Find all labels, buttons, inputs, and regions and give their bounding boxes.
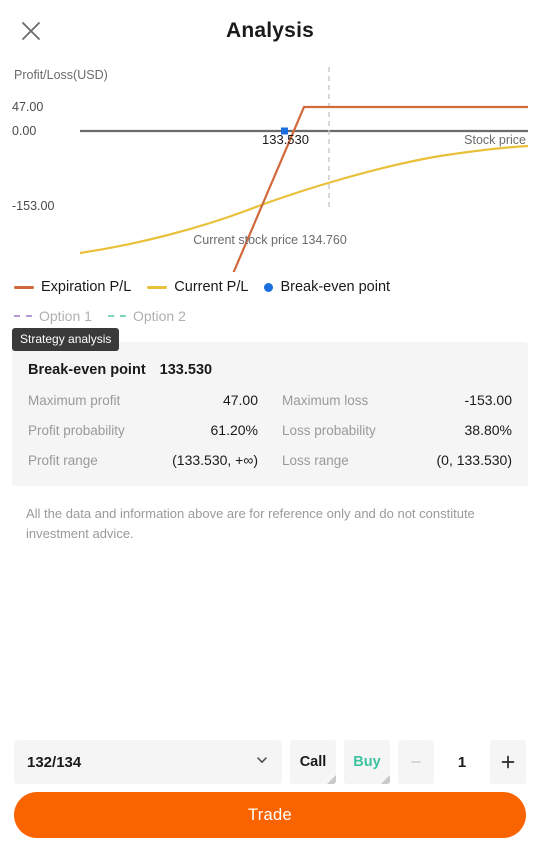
metric-label: Maximum loss	[282, 393, 369, 408]
table-row: Maximum profit 47.00 Maximum loss -153.0…	[26, 392, 514, 408]
metric-value: -153.00	[464, 392, 512, 408]
table-row: Profit range (133.530, +∞) Loss range (0…	[26, 452, 514, 468]
legend-label: Option 1	[39, 308, 92, 324]
minus-icon	[411, 761, 421, 763]
metric-value: 38.80%	[464, 422, 512, 438]
side-button[interactable]: Buy	[344, 740, 390, 784]
legend-swatch-dash	[14, 315, 32, 317]
break-even-label: Break-even point	[28, 362, 146, 378]
metric-value: (133.530, +∞)	[172, 452, 258, 468]
quantity-value[interactable]: 1	[442, 740, 482, 784]
legend-item-current-pl[interactable]: Current P/L	[147, 279, 248, 295]
metric-loss-range: Loss range (0, 133.530)	[270, 452, 514, 468]
y-tick-max: 47.00	[12, 100, 44, 114]
metric-label: Profit range	[28, 453, 98, 468]
order-controls-bar: 132/134 Call Buy 1	[0, 740, 540, 784]
break-even-value-label: 133.530	[262, 132, 309, 147]
option-type-label: Call	[299, 754, 327, 770]
legend-label: Current P/L	[174, 279, 249, 295]
legend-label: Expiration P/L	[41, 279, 132, 295]
legend-swatch-dash	[107, 315, 126, 317]
disclaimer-text: All the data and information above are f…	[26, 506, 475, 542]
y-tick-zero: 0.00	[12, 124, 37, 138]
table-row: Profit probability 61.20% Loss probabili…	[26, 422, 514, 438]
corner-marker-icon	[327, 775, 336, 784]
legend-item-break-even-point[interactable]: Break-even point	[264, 279, 390, 295]
corner-marker-icon	[381, 775, 390, 784]
legend-swatch-line	[14, 285, 34, 289]
metric-profit-probability: Profit probability 61.20%	[28, 422, 270, 438]
metric-value: 47.00	[222, 392, 258, 408]
close-icon[interactable]	[14, 14, 48, 48]
metric-label: Loss probability	[282, 423, 376, 438]
metric-profit-range: Profit range (133.530, +∞)	[28, 452, 270, 468]
chart-legend: Expiration P/L Current P/L Break-even po…	[0, 272, 540, 330]
legend-label: Break-even point	[280, 279, 391, 295]
legend-item-option-2[interactable]: Option 2	[107, 308, 186, 324]
metric-label: Loss range	[282, 453, 349, 468]
strike-select[interactable]: 132/134	[14, 740, 282, 784]
chart-x-axis-title: Stock price	[464, 133, 526, 147]
metric-value: (0, 133.530)	[436, 452, 513, 468]
plus-icon	[501, 755, 515, 769]
metric-loss-probability: Loss probability 38.80%	[270, 422, 514, 438]
analysis-screen: Analysis Profit/Loss(USD) 47.00 0.00 -15…	[0, 0, 540, 852]
chevron-down-icon	[255, 753, 269, 772]
option-type-button[interactable]: Call	[290, 740, 336, 784]
legend-swatch-dot	[264, 282, 274, 292]
legend-item-option-1[interactable]: Option 1	[14, 308, 92, 324]
trade-button[interactable]: Trade	[14, 792, 526, 838]
metric-value: 61.20%	[210, 422, 258, 438]
metric-maximum-loss: Maximum loss -153.00	[270, 392, 514, 408]
legend-label: Option 2	[132, 308, 186, 324]
current-stock-price-label: Current stock price 134.760	[193, 233, 347, 247]
strategy-analysis-tag: Strategy analysis	[12, 328, 120, 351]
legend-row-primary: Expiration P/L Current P/L Break-even po…	[14, 272, 526, 302]
break-even-row: Break-even point 133.530	[26, 362, 514, 378]
y-tick-min: -153.00	[12, 199, 55, 213]
legend-row-secondary: Option 1 Option 2	[14, 302, 526, 330]
metric-label: Profit probability	[28, 423, 125, 438]
quantity-decrease-button[interactable]	[398, 740, 434, 784]
strategy-analysis-panel: Strategy analysis Break-even point 133.5…	[12, 328, 528, 486]
metric-maximum-profit: Maximum profit 47.00	[28, 392, 270, 408]
legend-item-expiration-pl[interactable]: Expiration P/L	[14, 279, 131, 295]
strike-select-value: 132/134	[27, 753, 82, 771]
header: Analysis	[0, 0, 540, 62]
quantity-increase-button[interactable]	[490, 740, 526, 784]
metric-label: Maximum profit	[28, 393, 121, 408]
side-label: Buy	[353, 754, 381, 770]
payoff-chart: Profit/Loss(USD) 47.00 0.00 -153.00 Stoc…	[0, 62, 540, 272]
page-title: Analysis	[226, 19, 314, 42]
legend-swatch-line	[147, 285, 168, 289]
break-even-value: 133.530	[159, 362, 213, 378]
